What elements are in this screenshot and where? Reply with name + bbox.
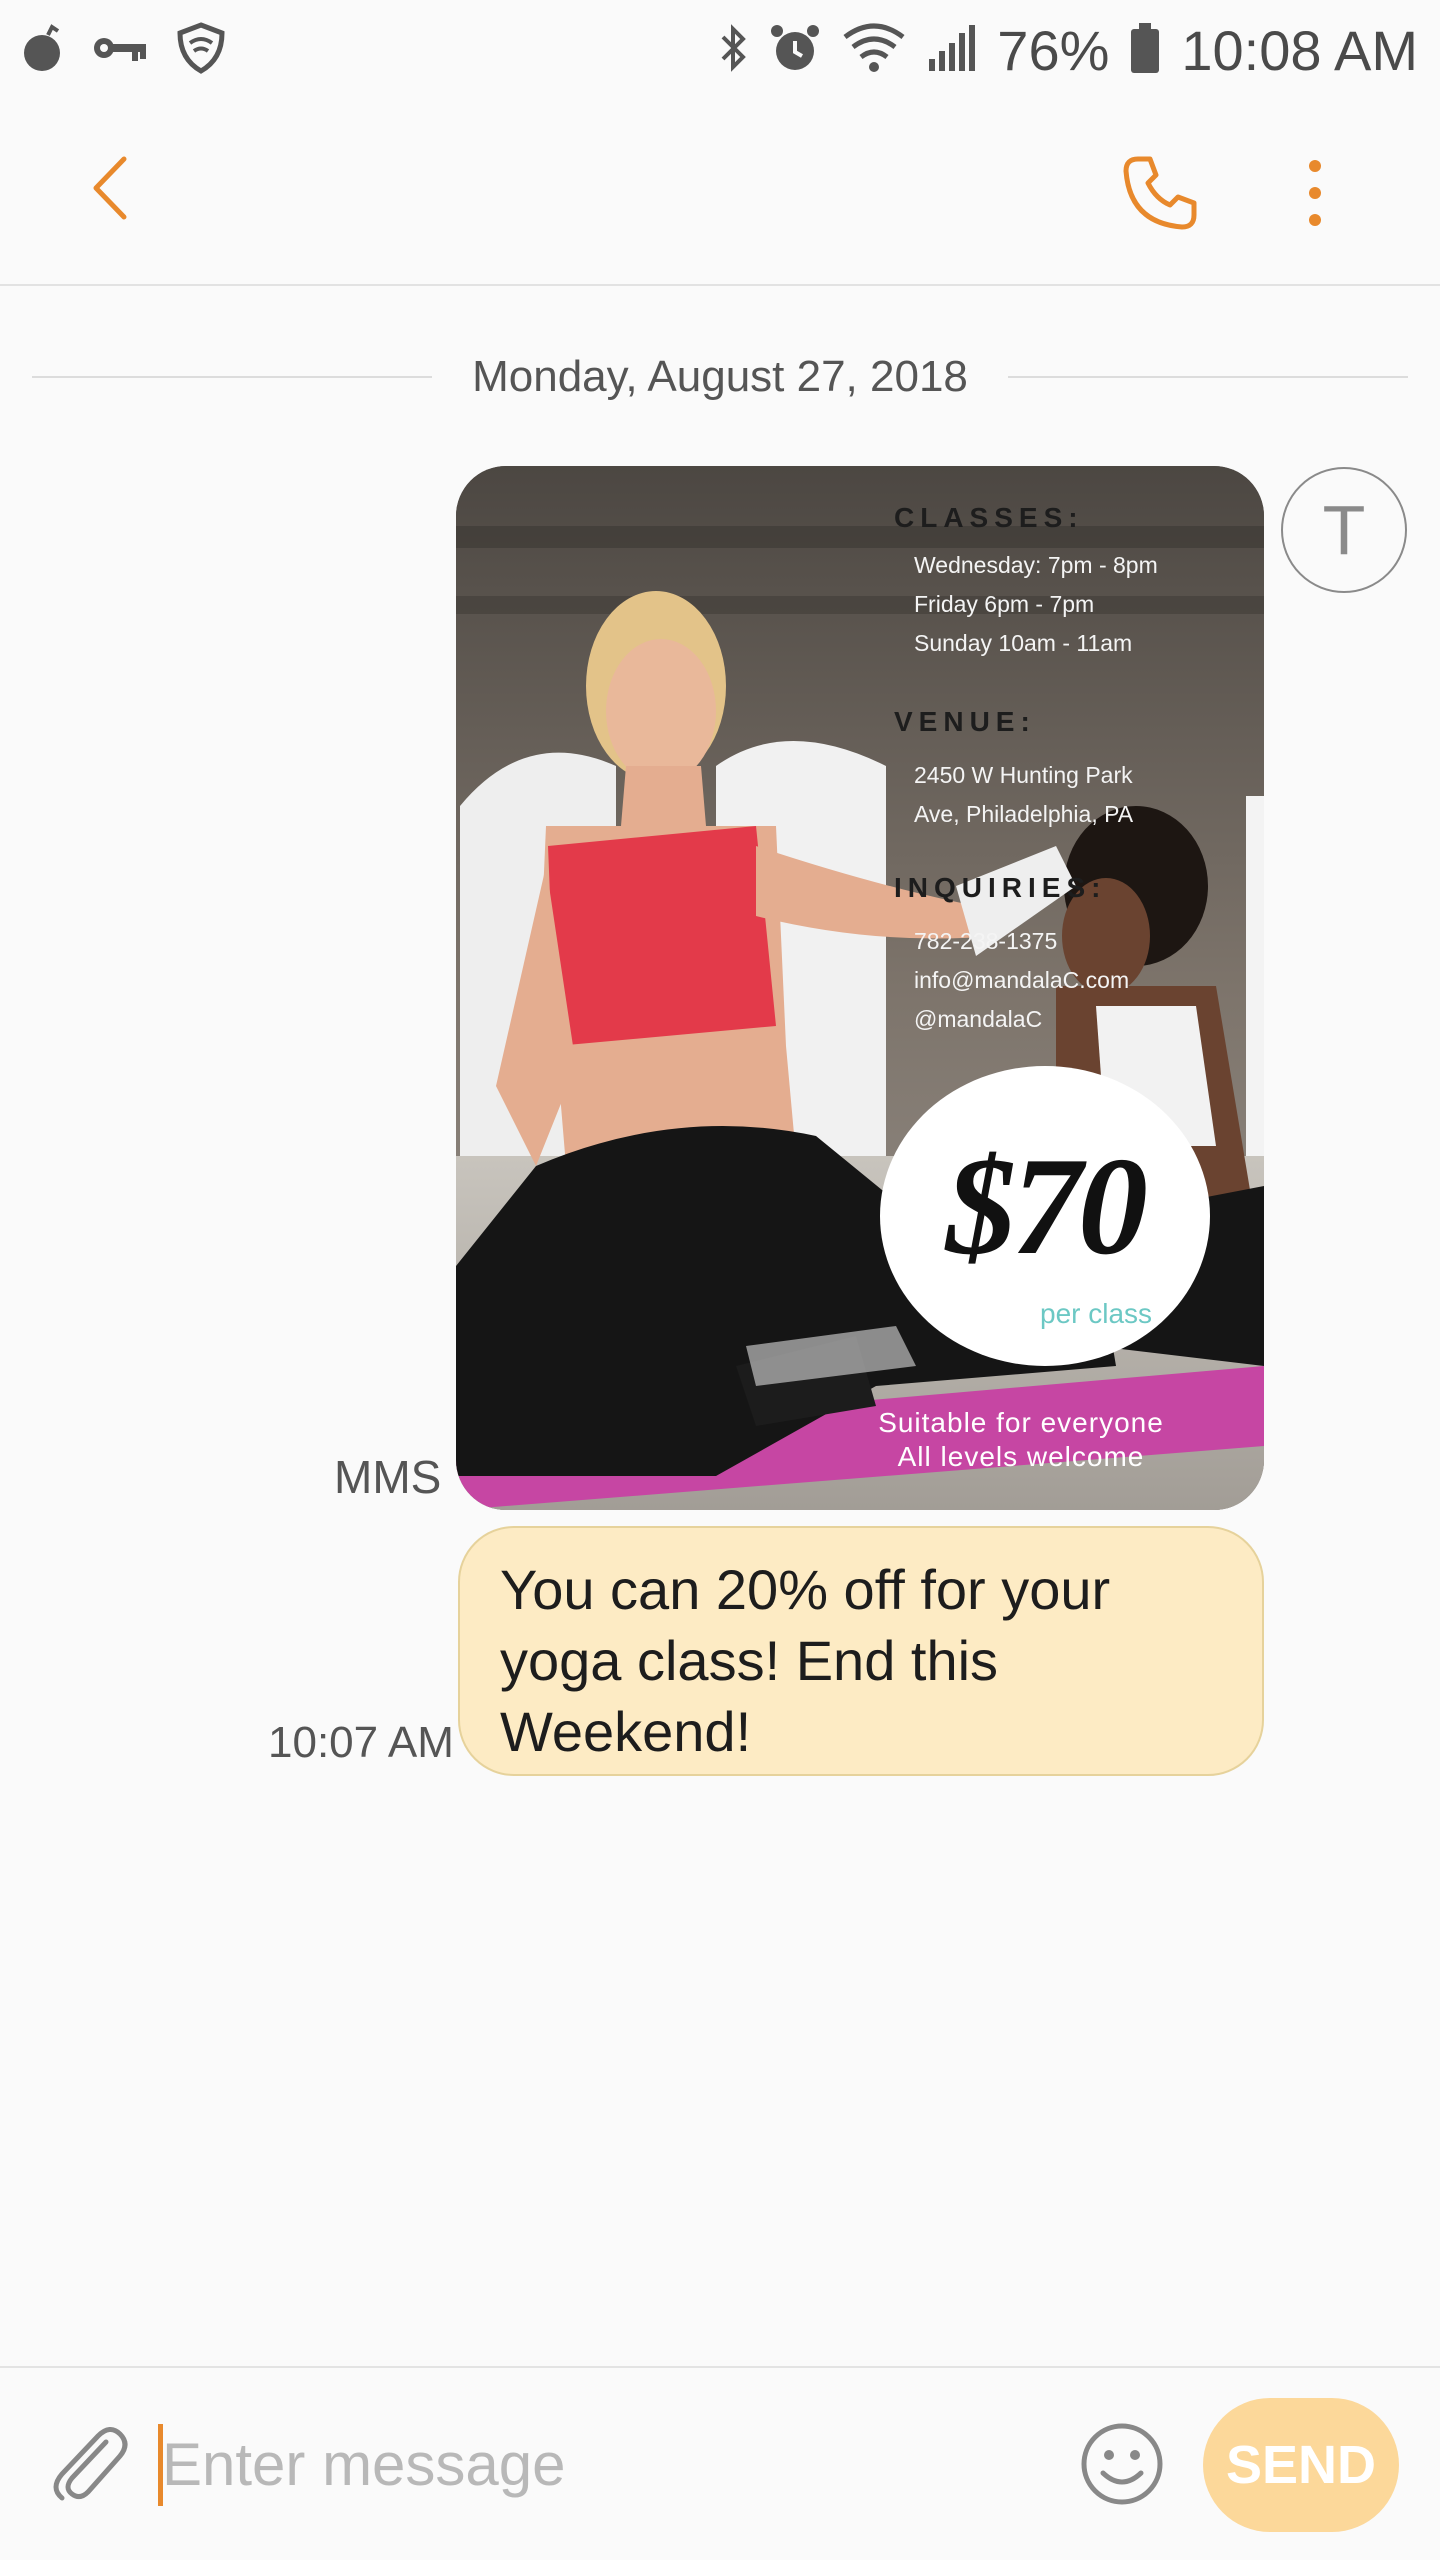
wifi-icon	[841, 21, 907, 80]
message-composer: SEND	[0, 2366, 1440, 2560]
message-timestamp: 10:07 AM	[268, 1718, 454, 1767]
text-message-bubble[interactable]: You can 20% off for your yoga class! End…	[458, 1526, 1264, 1776]
poster-footer: Suitable for everyone All levels welcome	[856, 1406, 1186, 1474]
clock: 10:08 AM	[1181, 18, 1418, 82]
avatar-initial: T	[1322, 491, 1366, 569]
poster-classes-heading: CLASSES:	[894, 502, 1084, 533]
bomb-icon	[22, 23, 66, 78]
key-icon	[92, 31, 148, 70]
back-button[interactable]	[70, 150, 150, 230]
price-unit: per class	[1040, 1298, 1153, 1329]
poster-venue-heading: VENUE:	[894, 706, 1036, 737]
emoji-button[interactable]	[1076, 2420, 1168, 2512]
bluetooth-icon	[719, 21, 749, 80]
divider-line	[32, 376, 433, 378]
chevron-left-icon	[88, 153, 132, 228]
attach-button[interactable]	[40, 2418, 136, 2514]
alarm-icon	[769, 21, 821, 80]
poster-venue-line: Ave, Philadelphia, PA	[914, 801, 1134, 827]
poster-venue-line: 2450 W Hunting Park	[914, 762, 1133, 788]
battery-icon	[1129, 21, 1161, 80]
phone-icon	[1120, 153, 1200, 238]
poster-class-time: Wednesday: 7pm - 8pm	[914, 552, 1158, 578]
poster-footer-line: Suitable for everyone	[878, 1407, 1164, 1438]
signal-icon	[927, 23, 977, 78]
divider-line	[1007, 376, 1408, 378]
message-text: You can 20% off for your yoga class! End…	[500, 1558, 1111, 1763]
date-divider: Monday, August 27, 2018	[32, 345, 1408, 409]
poster-footer-line: All levels welcome	[897, 1441, 1145, 1472]
mms-label: MMS	[334, 1451, 442, 1503]
message-input[interactable]	[158, 2414, 1058, 2514]
date-label: Monday, August 27, 2018	[472, 352, 968, 401]
poster-class-time: Sunday 10am - 11am	[914, 630, 1133, 656]
poster-inquiry-line: @mandalaC	[914, 1006, 1043, 1032]
mms-image-message[interactable]: CLASSES: Wednesday: 7pm - 8pm Friday 6pm…	[456, 466, 1264, 1510]
more-options-button[interactable]	[1280, 150, 1350, 240]
status-bar: 76% 10:08 AM	[0, 0, 1440, 100]
poster-inquiry-line: 782-238-1375	[914, 928, 1058, 954]
yoga-poster-image	[456, 466, 1264, 1510]
smiley-icon	[1079, 2421, 1165, 2512]
poster-inquiries-heading: INQUIRIES:	[894, 872, 1107, 903]
poster-class-time: Friday 6pm - 7pm	[914, 591, 1095, 617]
status-right-icons: 76% 10:08 AM	[719, 18, 1418, 83]
status-left-icons	[22, 21, 228, 80]
price-badge: $70 per class	[880, 1066, 1210, 1366]
call-button[interactable]	[1115, 150, 1205, 240]
paperclip-icon	[46, 2422, 130, 2511]
shield-icon	[174, 21, 228, 80]
conversation-action-bar	[0, 100, 1440, 286]
more-vertical-icon	[1305, 158, 1325, 233]
contact-avatar[interactable]: T	[1281, 467, 1407, 593]
send-button[interactable]: SEND	[1203, 2398, 1399, 2532]
battery-percent: 76%	[997, 18, 1110, 82]
poster-inquiry-line: info@mandalaC.com	[914, 967, 1130, 993]
price-value: $70	[946, 1129, 1148, 1284]
